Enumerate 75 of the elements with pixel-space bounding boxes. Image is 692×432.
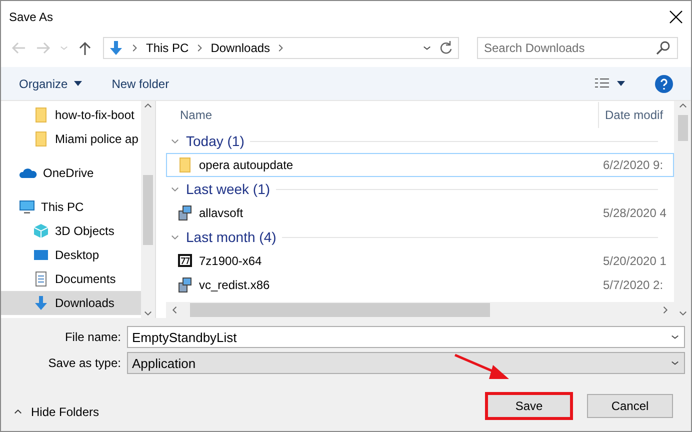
file-name: opera autoupdate bbox=[199, 158, 294, 172]
field-label: Save as type: bbox=[47, 356, 121, 370]
scrollbar[interactable] bbox=[141, 101, 155, 318]
nav-pane-item[interactable]: This PC bbox=[1, 195, 141, 219]
folder-icon bbox=[177, 157, 193, 173]
nav-item-label: Miami police ap bbox=[55, 132, 138, 146]
nav-item-label: how-to-fix-boot bbox=[55, 108, 134, 122]
breadcrumb[interactable]: Downloads bbox=[210, 41, 270, 55]
file-date: 5/7/2020 2: bbox=[602, 278, 664, 292]
column-header[interactable]: Name bbox=[166, 108, 598, 122]
folder-icon bbox=[33, 107, 49, 123]
nav-item-label: Documents bbox=[55, 272, 116, 286]
monitor-icon bbox=[19, 199, 35, 215]
search-icon bbox=[655, 40, 671, 56]
caret-icon bbox=[74, 81, 82, 86]
file-date: 5/20/2020 1 bbox=[602, 254, 668, 268]
nav-item-label: This PC bbox=[41, 200, 84, 214]
view-options-icon[interactable] bbox=[595, 78, 609, 90]
horizontal-scrollbar[interactable] bbox=[166, 302, 674, 318]
nav-pane-item[interactable]: Documents bbox=[1, 267, 141, 291]
installer-icon bbox=[177, 277, 193, 293]
nav-item-label: OneDrive bbox=[43, 166, 94, 180]
file-row[interactable]: allavsoft 5/28/2020 4 bbox=[166, 201, 674, 225]
scrollbar[interactable] bbox=[674, 101, 691, 318]
dialog-button[interactable]: Save bbox=[485, 392, 573, 420]
nav-pane-item[interactable]: Miami police ap bbox=[1, 127, 141, 151]
up-arrow-icon[interactable] bbox=[77, 40, 93, 56]
file-date: 6/2/2020 9: bbox=[602, 158, 664, 172]
cloud-icon bbox=[19, 167, 37, 179]
hide-folders-button[interactable]: Hide Folders bbox=[13, 405, 100, 419]
folder-icon bbox=[33, 131, 49, 147]
nav-pane-item[interactable]: Desktop bbox=[1, 243, 141, 267]
nav-item-label: 3D Objects bbox=[55, 224, 114, 238]
file-type-dropdown[interactable]: Application bbox=[127, 352, 685, 374]
desktop-icon bbox=[33, 247, 49, 263]
file-name-field[interactable]: EmptyStandbyList bbox=[127, 326, 685, 348]
group-header[interactable]: Last month (4) bbox=[186, 229, 276, 245]
help-icon[interactable] bbox=[655, 74, 673, 92]
nav-item-label: Downloads bbox=[55, 296, 114, 310]
nav-pane-item[interactable]: how-to-fix-boot bbox=[1, 103, 141, 127]
nav-pane-item[interactable]: Downloads bbox=[1, 291, 141, 315]
back-arrow-icon[interactable] bbox=[11, 40, 27, 56]
caret-icon[interactable] bbox=[617, 81, 625, 86]
file-name: vc_redist.x86 bbox=[199, 278, 271, 292]
group-header[interactable]: Today (1) bbox=[186, 133, 244, 149]
field-label: File name: bbox=[64, 330, 121, 344]
search-field[interactable]: Search Downloads bbox=[477, 37, 678, 59]
dialog-button[interactable]: Cancel bbox=[587, 394, 673, 418]
cube-icon bbox=[33, 223, 49, 239]
organize-button[interactable]: Organize bbox=[19, 76, 82, 90]
new-folder-button[interactable]: New folder bbox=[112, 76, 170, 90]
scrollbar-thumb[interactable] bbox=[678, 115, 688, 141]
file-row[interactable]: vc_redist.x86 5/7/2020 2: bbox=[166, 273, 674, 297]
forward-arrow-icon[interactable] bbox=[35, 40, 51, 56]
file-date: 5/28/2020 4 bbox=[602, 206, 668, 220]
group-header[interactable]: Last week (1) bbox=[186, 181, 270, 197]
refresh-icon[interactable] bbox=[438, 40, 454, 56]
file-name: allavsoft bbox=[199, 206, 244, 220]
window-title: Save As bbox=[9, 10, 54, 24]
download-arrow-icon bbox=[108, 40, 124, 56]
scrollbar-thumb[interactable] bbox=[143, 174, 153, 244]
document-icon bbox=[33, 271, 49, 287]
scrollbar-thumb[interactable] bbox=[190, 303, 490, 317]
nav-pane-item[interactable]: OneDrive bbox=[1, 161, 141, 185]
address-bar[interactable]: This PC Downloads bbox=[103, 37, 459, 59]
nav-item-label: Desktop bbox=[55, 248, 100, 262]
file-row[interactable]: opera autoupdate 6/2/2020 9: bbox=[166, 153, 674, 177]
file-row[interactable]: 7z1900-x64 5/20/2020 1 bbox=[166, 249, 674, 273]
archive-icon bbox=[177, 253, 193, 269]
nav-pane-item[interactable]: 3D Objects bbox=[1, 219, 141, 243]
installer-icon bbox=[177, 205, 193, 221]
close-icon[interactable] bbox=[669, 10, 683, 24]
file-name: 7z1900-x64 bbox=[199, 254, 263, 268]
breadcrumb[interactable]: This PC bbox=[146, 41, 189, 55]
download-arrow-icon bbox=[33, 295, 49, 311]
